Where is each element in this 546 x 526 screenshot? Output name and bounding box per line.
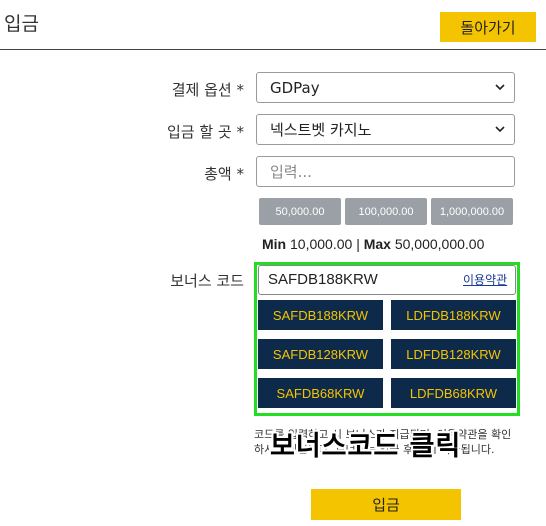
overlay-caption: 보너스코드 클릭 [270,431,462,462]
deposit-to-value: 넥스트벳 카지노 [270,121,372,139]
amount-placeholder: 입력... [270,163,312,181]
bonus-code-button-safdb128krw[interactable]: SAFDB128KRW [258,339,383,369]
chevron-down-icon [495,84,505,91]
max-label: Max [363,236,391,252]
quick-amount-50000-button[interactable]: 50,000.00 [259,198,341,225]
terms-link[interactable]: 이용약관 [463,271,507,288]
back-button[interactable]: 돌아가기 [440,12,536,42]
limits-separator: | [356,236,360,252]
bonus-code-label: 보너스 코드 [170,272,244,290]
bonus-code-button-safdb188krw[interactable]: SAFDB188KRW [258,300,383,330]
bonus-code-button-ldfdb128krw[interactable]: LDFDB128KRW [391,339,516,369]
min-value: 10,000.00 [290,236,353,252]
deposit-to-label: 입금 할 곳 * [166,123,244,141]
bonus-code-button-ldfdb68krw[interactable]: LDFDB68KRW [391,378,516,408]
deposit-to-select[interactable]: 넥스트벳 카지노 [256,114,515,145]
deposit-limits: Min 10,000.00 | Max 50,000,000.00 [262,236,484,252]
max-value: 50,000,000.00 [394,236,485,252]
min-label: Min [262,236,287,252]
bonus-code-button-ldfdb188krw[interactable]: LDFDB188KRW [391,300,516,330]
amount-label: 총액 * [204,165,244,183]
quick-amount-1000000-button[interactable]: 1,000,000.00 [431,198,513,225]
quick-amount-100000-button[interactable]: 100,000.00 [345,198,427,225]
amount-input[interactable]: 입력... [256,156,515,187]
bonus-code-value: SAFDB188KRW [268,271,378,288]
chevron-down-icon [495,126,505,133]
page-title: 입금 [4,14,39,35]
deposit-submit-button[interactable]: 입금 [311,489,461,520]
payment-option-value: GDPay [270,78,320,97]
header-divider [0,49,546,50]
payment-option-label: 결제 옵션 * [171,81,244,99]
bonus-code-button-safdb68krw[interactable]: SAFDB68KRW [258,378,383,408]
payment-option-select[interactable]: GDPay [256,72,515,103]
